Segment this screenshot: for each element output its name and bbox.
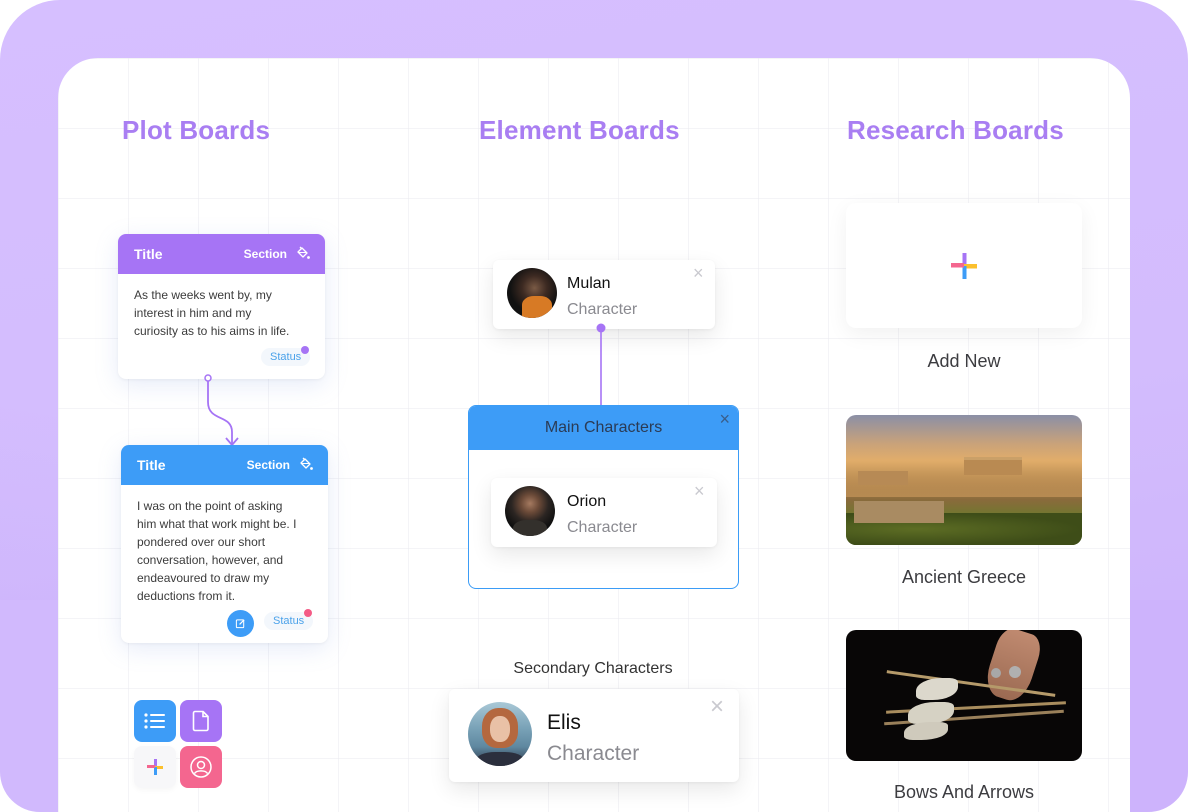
plot-card-title: Title (137, 457, 166, 473)
text-line: I was on the point of asking (137, 499, 283, 513)
avatar-detail (476, 752, 524, 766)
list-icon (144, 713, 165, 729)
plot-card-section: Section (246, 458, 290, 472)
list-button[interactable] (134, 700, 176, 742)
bows-and-arrows-tile[interactable] (846, 630, 1082, 761)
group-title: Main Characters (544, 419, 663, 436)
research-label: Ancient Greece (901, 567, 1027, 587)
close-icon[interactable]: × (719, 409, 730, 430)
status-dot (301, 346, 309, 354)
avatar (507, 268, 557, 318)
plot-card-text: I was on the point of asking him what th… (121, 485, 328, 605)
plus-icon (951, 252, 977, 279)
paint-bucket-icon[interactable] (295, 245, 311, 264)
text-line: interest in him and my (134, 306, 252, 320)
character-name: Orion (567, 493, 607, 510)
text-line: deductions from it. (137, 589, 236, 603)
user-circle-icon (190, 756, 212, 778)
character-name: Elis (547, 711, 581, 734)
character-card-mulan[interactable]: Mulan Character × (493, 260, 715, 329)
add-button[interactable] (134, 746, 176, 788)
plot-boards-title: Plot Boards (122, 115, 271, 145)
close-icon[interactable]: × (710, 695, 724, 719)
character-name: Mulan (567, 275, 611, 292)
frame-edge-left (0, 600, 60, 812)
text-line: conversation, however, and (137, 553, 284, 567)
connector-line (207, 381, 233, 444)
text-line: him what that work might be. I (137, 517, 297, 531)
paint-bucket-icon[interactable] (298, 456, 314, 475)
add-new-tile[interactable] (846, 203, 1082, 328)
plot-card[interactable]: Title Section I was on the point of aski… (121, 445, 328, 643)
theater-shape (854, 501, 944, 523)
document-button[interactable] (180, 700, 222, 742)
profile-button[interactable] (180, 746, 222, 788)
close-icon[interactable]: × (694, 482, 705, 500)
character-card-orion[interactable]: Orion Character × (491, 478, 717, 547)
avatar-face (490, 716, 510, 742)
frame-edge-right (1130, 600, 1188, 812)
edit-button[interactable] (227, 610, 254, 637)
research-label: Bows And Arrows (893, 782, 1035, 802)
edit-icon (235, 619, 245, 629)
board-canvas: Plot Boards Element Boards Research Boar… (58, 58, 1130, 812)
ring (991, 668, 1001, 678)
secondary-group-title: Secondary Characters (513, 660, 673, 677)
text-line: curiosity as to his aims in life. (134, 324, 290, 338)
character-role: Character (547, 742, 640, 765)
research-boards-title: Research Boards (847, 115, 1064, 145)
plot-card-header: Title Section (121, 445, 328, 485)
research-label: Add New (927, 351, 1001, 371)
character-card-elis[interactable]: Elis Character × (449, 689, 739, 782)
group-header: Main Characters × (469, 406, 738, 450)
document-icon (192, 710, 209, 732)
character-role: Character (567, 301, 638, 318)
plus-icon (147, 759, 163, 775)
plot-connector (204, 374, 239, 447)
avatar-detail (522, 296, 552, 318)
avatar-detail (513, 520, 547, 536)
fletching (916, 678, 958, 700)
connector-start (204, 374, 212, 382)
text-line: pondered over our short (137, 535, 266, 549)
plot-card-section: Section (243, 247, 287, 261)
avatar (468, 702, 532, 766)
plot-card[interactable]: Title Section As the weeks went by, my i… (118, 234, 325, 379)
close-icon[interactable]: × (693, 264, 704, 282)
element-connector (596, 323, 606, 411)
ruins-shape (858, 471, 908, 485)
element-boards-title: Element Boards (479, 115, 680, 145)
ring (1009, 666, 1021, 678)
text-line: endeavoured to draw my (137, 571, 270, 585)
parthenon-shape (964, 457, 1022, 475)
plot-card-text: As the weeks went by, my interest in him… (118, 274, 325, 340)
plot-card-title: Title (134, 246, 163, 262)
plot-card-header: Title Section (118, 234, 325, 274)
ancient-greece-tile[interactable] (846, 415, 1082, 545)
text-line: As the weeks went by, my (134, 288, 272, 302)
fletching (904, 722, 948, 740)
character-role: Character (567, 519, 638, 536)
status-dot (304, 609, 312, 617)
avatar (505, 486, 555, 536)
